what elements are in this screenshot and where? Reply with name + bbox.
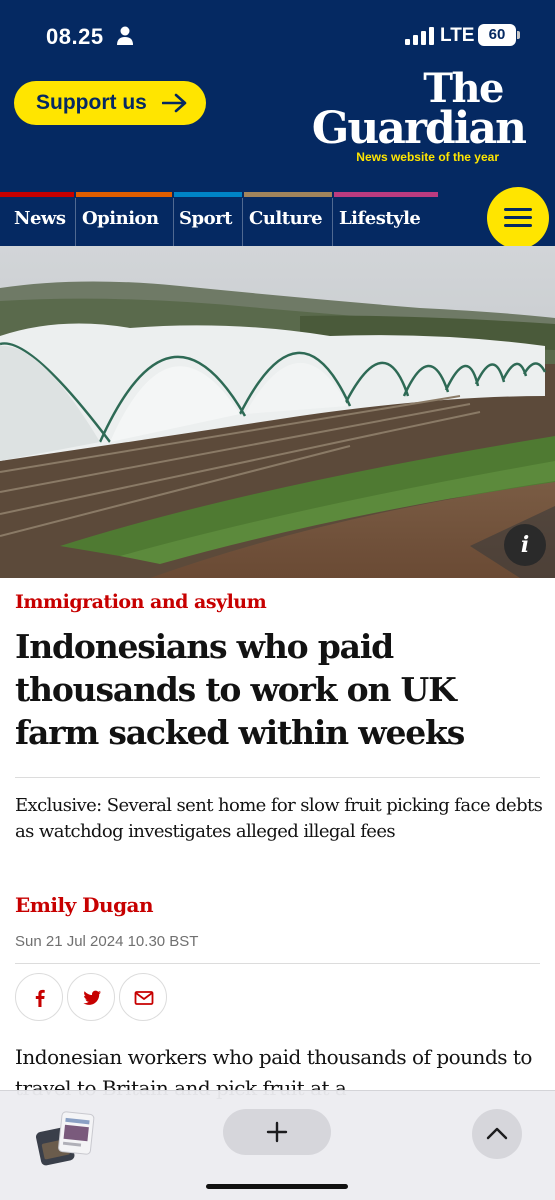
nav-item-culture[interactable]: Culture	[237, 198, 333, 246]
facebook-icon	[35, 989, 45, 1007]
logo-line2: Guardian	[311, 103, 527, 154]
arrow-right-icon	[162, 93, 187, 113]
pillar-line-news	[0, 192, 74, 197]
guardian-logo[interactable]: The Guardian News website of the year	[275, 69, 527, 165]
logo-tagline: News website of the year	[356, 150, 499, 164]
pillar-line-lifestyle	[334, 192, 438, 197]
article-headline: Indonesians who paid thousands to work o…	[15, 627, 465, 752]
section-nav: News Opinion Sport Culture Lifestyle	[0, 198, 555, 246]
share-twitter-button[interactable]	[67, 973, 115, 1021]
pillar-line-culture	[244, 192, 332, 197]
menu-button[interactable]	[487, 187, 549, 249]
tabs-thumbnail-icon[interactable]	[36, 1111, 96, 1167]
support-us-label: Support us	[36, 91, 147, 114]
nav-item-news[interactable]: News	[0, 198, 76, 246]
divider	[15, 777, 540, 778]
signal-icon	[405, 27, 434, 45]
new-tab-button[interactable]	[223, 1109, 331, 1155]
network-label: LTE	[440, 25, 475, 46]
divider	[15, 963, 540, 964]
article-standfirst: Exclusive: Several sent home for slow fr…	[15, 795, 543, 842]
section-kicker[interactable]: Immigration and asylum	[15, 591, 267, 613]
home-indicator	[206, 1184, 348, 1189]
polytunnels-photo	[0, 246, 555, 578]
email-icon	[134, 991, 154, 1005]
pillar-line-opinion	[76, 192, 172, 197]
image-info-button[interactable]: i	[504, 524, 546, 566]
publish-date: Sun 21 Jul 2024 10.30 BST	[15, 933, 199, 950]
author-byline[interactable]: Emily Dugan	[15, 893, 154, 917]
hamburger-icon	[504, 208, 532, 211]
share-facebook-button[interactable]	[15, 973, 63, 1021]
status-time: 08.25	[46, 24, 104, 49]
twitter-icon	[83, 990, 101, 1005]
hero-image[interactable]	[0, 246, 555, 578]
nav-item-sport[interactable]: Sport	[167, 198, 243, 246]
chevron-up-icon	[486, 1127, 508, 1140]
share-email-button[interactable]	[119, 973, 167, 1021]
person-icon	[117, 26, 133, 45]
pillar-line-sport	[174, 192, 242, 197]
site-header: 08.25 LTE 60 Support us The Guardian New…	[0, 0, 555, 249]
nav-item-lifestyle[interactable]: Lifestyle	[327, 198, 439, 246]
support-us-button[interactable]: Support us	[14, 81, 206, 125]
status-bar: 08.25 LTE 60	[0, 0, 555, 72]
battery-indicator: 60	[478, 24, 520, 46]
nav-item-opinion[interactable]: Opinion	[70, 198, 174, 246]
plus-icon	[266, 1121, 288, 1143]
scroll-up-button[interactable]	[472, 1109, 522, 1159]
